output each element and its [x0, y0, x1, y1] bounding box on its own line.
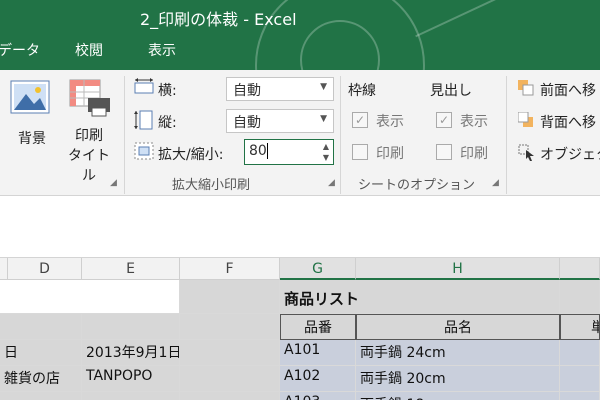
code-cell[interactable]: A101: [280, 340, 356, 366]
column-header-d[interactable]: D: [8, 258, 82, 280]
headings-label: 見出し: [430, 83, 472, 99]
window-title: 2_印刷の体裁 - Excel: [140, 10, 297, 29]
header-name-cell[interactable]: 品名: [356, 314, 560, 340]
code-cell[interactable]: A102: [280, 366, 356, 392]
width-icon: [134, 78, 154, 100]
print-titles-label-2: タイトル: [68, 148, 110, 184]
tab-view[interactable]: 表示: [148, 40, 176, 60]
cell[interactable]: [180, 280, 280, 314]
cell[interactable]: [0, 314, 82, 340]
send-backward-icon: [517, 111, 534, 132]
cell[interactable]: [560, 366, 600, 392]
gridlines-print-checkbox[interactable]: ✓: [352, 144, 368, 160]
selection-pane-icon: [518, 144, 536, 166]
scale-group-label: 拡大縮小印刷: [172, 178, 251, 193]
column-header-partial[interactable]: [0, 258, 8, 280]
cell[interactable]: [82, 392, 180, 400]
height-icon: [134, 110, 154, 134]
scale-icon: [134, 142, 154, 164]
cell[interactable]: [180, 314, 280, 340]
group-separator: [506, 76, 507, 194]
cell[interactable]: [560, 340, 600, 366]
watermark-line: [415, 0, 525, 38]
sheet-options-launcher-icon[interactable]: ◢: [492, 178, 499, 188]
cell[interactable]: [0, 392, 82, 400]
print-titles-label-1: 印刷: [75, 128, 103, 144]
headings-print-checkbox[interactable]: ✓: [436, 144, 452, 160]
height-label: 縦:: [158, 115, 177, 131]
cell[interactable]: [0, 280, 180, 314]
column-header-g[interactable]: G: [280, 258, 356, 280]
group-separator: [340, 76, 341, 194]
formula-bar[interactable]: [0, 196, 600, 258]
print-titles-button[interactable]: 印刷 タイトル: [64, 126, 114, 186]
height-select[interactable]: 自動 ▼: [226, 109, 334, 133]
sheet-options-group-label: シートのオプション: [358, 178, 476, 193]
worksheet-grid[interactable]: D E F G H 商品リスト 品番 品名 単 日 2013年9月1日 A101…: [0, 258, 600, 400]
gridlines-view-label: 表示: [376, 114, 404, 130]
background-image-icon: [10, 80, 50, 118]
scale-label: 拡大/縮小:: [158, 147, 224, 163]
print-titles-icon: [68, 78, 112, 122]
name-cell[interactable]: 両手鍋 20cm: [356, 366, 560, 392]
headings-print-label: 印刷: [460, 146, 488, 162]
gridlines-view-checkbox[interactable]: ✓: [352, 112, 368, 128]
page-setup-launcher-icon[interactable]: ◢: [110, 178, 117, 188]
headings-view-label: 表示: [460, 114, 488, 130]
cell[interactable]: [180, 340, 280, 366]
selection-pane-button[interactable]: オブジェク: [540, 144, 600, 164]
background-button[interactable]: 背景: [12, 128, 52, 148]
chevron-down-icon: ▼: [320, 114, 327, 124]
chevron-down-icon: ▼: [320, 82, 327, 92]
header-code-cell[interactable]: 品番: [280, 314, 356, 340]
text-cursor: [266, 143, 268, 159]
tab-data[interactable]: データ: [0, 40, 40, 60]
scale-value: 80: [249, 143, 267, 159]
column-header-f[interactable]: F: [180, 258, 280, 280]
name-cell[interactable]: 両手鍋 18cm: [356, 392, 560, 400]
spin-down-icon[interactable]: ▼: [323, 153, 329, 162]
tab-review[interactable]: 校閲: [75, 40, 103, 60]
cell[interactable]: [180, 366, 280, 392]
cell[interactable]: [82, 314, 180, 340]
gridlines-print-label: 印刷: [376, 146, 404, 162]
cell[interactable]: [180, 392, 280, 400]
cell[interactable]: [560, 280, 600, 314]
scale-launcher-icon[interactable]: ◢: [328, 178, 335, 188]
scale-input[interactable]: 80 ▲ ▼: [244, 139, 334, 165]
date-prefix-cell[interactable]: 日: [0, 340, 82, 366]
column-header-i[interactable]: [560, 258, 600, 280]
cell[interactable]: [560, 392, 600, 400]
height-value: 自動: [233, 115, 261, 131]
gridlines-label: 枠線: [348, 83, 376, 99]
store-name-cell[interactable]: TANPOPO: [82, 366, 180, 392]
bring-forward-icon: [518, 80, 534, 100]
list-title-cell[interactable]: 商品リスト: [280, 280, 560, 314]
title-bar: 2_印刷の体裁 - Excel データ 校閲 表示: [0, 0, 600, 70]
send-backward-button[interactable]: 背面へ移: [540, 112, 596, 132]
name-cell[interactable]: 両手鍋 24cm: [356, 340, 560, 366]
column-header-h[interactable]: H: [356, 258, 560, 280]
code-cell[interactable]: A103: [280, 392, 356, 400]
width-value: 自動: [233, 83, 261, 99]
width-select[interactable]: 自動 ▼: [226, 77, 334, 101]
bring-forward-button[interactable]: 前面へ移: [540, 80, 596, 100]
date-cell[interactable]: 2013年9月1日: [82, 340, 180, 366]
group-separator: [124, 76, 125, 194]
headings-view-checkbox[interactable]: ✓: [436, 112, 452, 128]
header-price-cell[interactable]: 単: [560, 314, 600, 340]
width-label: 横:: [158, 83, 177, 99]
store-prefix-cell[interactable]: 雑貨の店: [0, 366, 82, 392]
column-header-e[interactable]: E: [82, 258, 180, 280]
ribbon: 背景 印刷 タイトル ◢ 横: 自動 ▼ 縦: 自動 ▼ 拡大/縮小: 80 ▲…: [0, 70, 600, 196]
spin-up-icon[interactable]: ▲: [323, 142, 329, 151]
